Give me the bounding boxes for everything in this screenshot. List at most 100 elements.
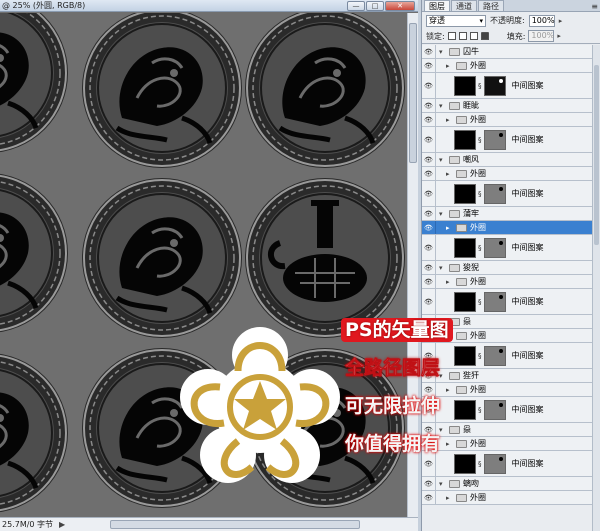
- vector-mask-thumbnail[interactable]: [483, 453, 506, 474]
- visibility-eye-icon[interactable]: 👁: [422, 261, 436, 274]
- visibility-eye-icon[interactable]: 👁: [422, 127, 436, 152]
- expand-toggle-icon[interactable]: ▸: [446, 170, 454, 178]
- folder-icon: [449, 479, 460, 488]
- fill-label: 填充:: [506, 31, 526, 41]
- document-titlebar[interactable]: @ 25% (外圆, RGB/8) — □ ✕: [0, 0, 418, 12]
- layers-scrollbar[interactable]: [592, 45, 600, 531]
- layer-row[interactable]: 👁 § 中间图案: [422, 181, 600, 207]
- visibility-eye-icon[interactable]: 👁: [422, 275, 436, 288]
- status-bar: 25.7M/0 字节 ▶: [0, 517, 418, 531]
- group-row[interactable]: 👁 ▾ 睚眦: [422, 99, 600, 113]
- document-title: @ 25% (外圆, RGB/8): [2, 1, 86, 10]
- visibility-eye-icon[interactable]: 👁: [422, 235, 436, 260]
- fill-field[interactable]: 100%: [528, 30, 555, 42]
- fill-arrow-icon[interactable]: ▸: [557, 32, 561, 40]
- tab-layers[interactable]: 图层: [424, 0, 450, 11]
- vertical-scroll-thumb[interactable]: [409, 23, 417, 163]
- group-row[interactable]: 👁 ▸ 外圈: [422, 167, 600, 181]
- layer-thumbnail: [454, 291, 476, 312]
- group-row[interactable]: 👁 ▸ 外圈: [422, 113, 600, 127]
- layer-name: 中间图案: [511, 243, 544, 252]
- lock-pixels-icon[interactable]: [458, 32, 467, 40]
- expand-toggle-icon[interactable]: ▸: [446, 494, 454, 502]
- layer-row[interactable]: 👁 § 中间图案: [422, 289, 600, 315]
- tab-paths[interactable]: 路径: [478, 0, 504, 11]
- visibility-eye-icon[interactable]: 👁: [422, 221, 436, 234]
- expand-toggle-icon[interactable]: ▾: [439, 480, 447, 488]
- chain-link-icon[interactable]: §: [478, 82, 482, 90]
- document-size-status: 25.7M/0 字节: [2, 520, 54, 529]
- layer-name: 睚眦: [463, 101, 479, 110]
- chain-link-icon[interactable]: §: [478, 298, 482, 306]
- layer-name: 螭吻: [463, 479, 479, 488]
- opacity-arrow-icon[interactable]: ▸: [559, 17, 563, 25]
- group-row[interactable]: 👁 ▸ 外圈: [422, 275, 600, 289]
- expand-toggle-icon[interactable]: ▾: [439, 264, 447, 272]
- expand-toggle-icon[interactable]: ▾: [439, 156, 447, 164]
- layer-name: 中间图案: [511, 351, 544, 360]
- expand-toggle-icon[interactable]: ▸: [446, 278, 454, 286]
- layer-name: 外圈: [470, 493, 486, 502]
- layer-row[interactable]: 👁 § 中间图案: [422, 235, 600, 261]
- visibility-eye-icon[interactable]: 👁: [422, 99, 436, 112]
- layer-name: 外圈: [470, 169, 486, 178]
- minimize-button[interactable]: —: [347, 1, 365, 11]
- maximize-button[interactable]: □: [366, 1, 384, 11]
- visibility-eye-icon[interactable]: 👁: [422, 73, 436, 98]
- visibility-eye-icon[interactable]: 👁: [422, 59, 436, 72]
- group-row[interactable]: 👁 ▸ 外圈: [422, 491, 600, 505]
- expand-toggle-icon[interactable]: ▾: [439, 48, 447, 56]
- layers-scroll-thumb[interactable]: [594, 65, 599, 245]
- group-row[interactable]: 👁 ▾ 螭吻: [422, 477, 600, 491]
- folder-icon: [456, 223, 467, 232]
- group-row[interactable]: 👁 ▾ 狻猊: [422, 261, 600, 275]
- expand-toggle-icon[interactable]: ▾: [439, 102, 447, 110]
- chain-link-icon[interactable]: §: [478, 136, 482, 144]
- visibility-eye-icon[interactable]: 👁: [422, 167, 436, 180]
- tab-channels[interactable]: 通道: [451, 0, 477, 11]
- vector-mask-thumbnail[interactable]: [483, 291, 506, 312]
- visibility-eye-icon[interactable]: 👁: [422, 45, 436, 58]
- layer-row[interactable]: 👁 § 中间图案: [422, 73, 600, 99]
- layer-row[interactable]: 👁 § 中间图案: [422, 127, 600, 153]
- visibility-eye-icon[interactable]: 👁: [422, 207, 436, 220]
- vector-mask-thumbnail[interactable]: [483, 237, 506, 258]
- group-row[interactable]: 👁 ▾ 蒲牢: [422, 207, 600, 221]
- medallion-bottom-left: [0, 352, 69, 514]
- opacity-field[interactable]: 100%: [528, 14, 555, 27]
- horizontal-scroll-thumb[interactable]: [110, 520, 360, 529]
- vector-mask-thumbnail[interactable]: [483, 345, 506, 366]
- vector-mask-thumbnail[interactable]: [483, 399, 506, 420]
- lock-position-icon[interactable]: [469, 32, 478, 40]
- group-row[interactable]: 👁 ▾ 囚牛: [422, 45, 600, 59]
- visibility-eye-icon[interactable]: 👁: [422, 153, 436, 166]
- close-button[interactable]: ✕: [385, 1, 415, 11]
- visibility-eye-icon[interactable]: 👁: [422, 289, 436, 314]
- lock-transparency-icon[interactable]: [447, 32, 456, 40]
- expand-toggle-icon[interactable]: ▸: [446, 224, 454, 232]
- promo-text: PS的矢量图 全路径图层 可无限拉伸 你值得拥有: [341, 318, 481, 470]
- expand-toggle-icon[interactable]: ▾: [439, 210, 447, 218]
- chain-link-icon[interactable]: §: [478, 190, 482, 198]
- chain-link-icon[interactable]: §: [478, 244, 482, 252]
- lock-all-icon[interactable]: [480, 32, 489, 40]
- group-row[interactable]: 👁 ▾ 嘲风: [422, 153, 600, 167]
- visibility-eye-icon[interactable]: 👁: [422, 181, 436, 206]
- visibility-eye-icon[interactable]: 👁: [422, 113, 436, 126]
- visibility-eye-icon[interactable]: 👁: [422, 477, 436, 490]
- vector-mask-thumbnail[interactable]: [483, 129, 506, 150]
- blend-row: 穿透 不透明度: 100% ▸: [422, 12, 600, 29]
- vector-mask-thumbnail[interactable]: [483, 183, 506, 204]
- panel-menu-icon[interactable]: ≡: [591, 2, 598, 11]
- blend-mode-select[interactable]: 穿透: [426, 14, 486, 27]
- expand-toggle-icon[interactable]: ▸: [446, 62, 454, 70]
- expand-toggle-icon[interactable]: ▸: [446, 116, 454, 124]
- status-menu-arrow[interactable]: ▶: [53, 520, 65, 529]
- layer-thumbnail: [454, 75, 476, 96]
- vector-mask-thumbnail[interactable]: [483, 75, 506, 96]
- visibility-eye-icon[interactable]: 👁: [422, 491, 436, 504]
- group-row[interactable]: 👁 ▸ 外圈: [422, 59, 600, 73]
- layer-thumbnail: [454, 129, 476, 150]
- folder-icon: [449, 263, 460, 272]
- group-row[interactable]: 👁 ▸ 外圈: [422, 221, 600, 235]
